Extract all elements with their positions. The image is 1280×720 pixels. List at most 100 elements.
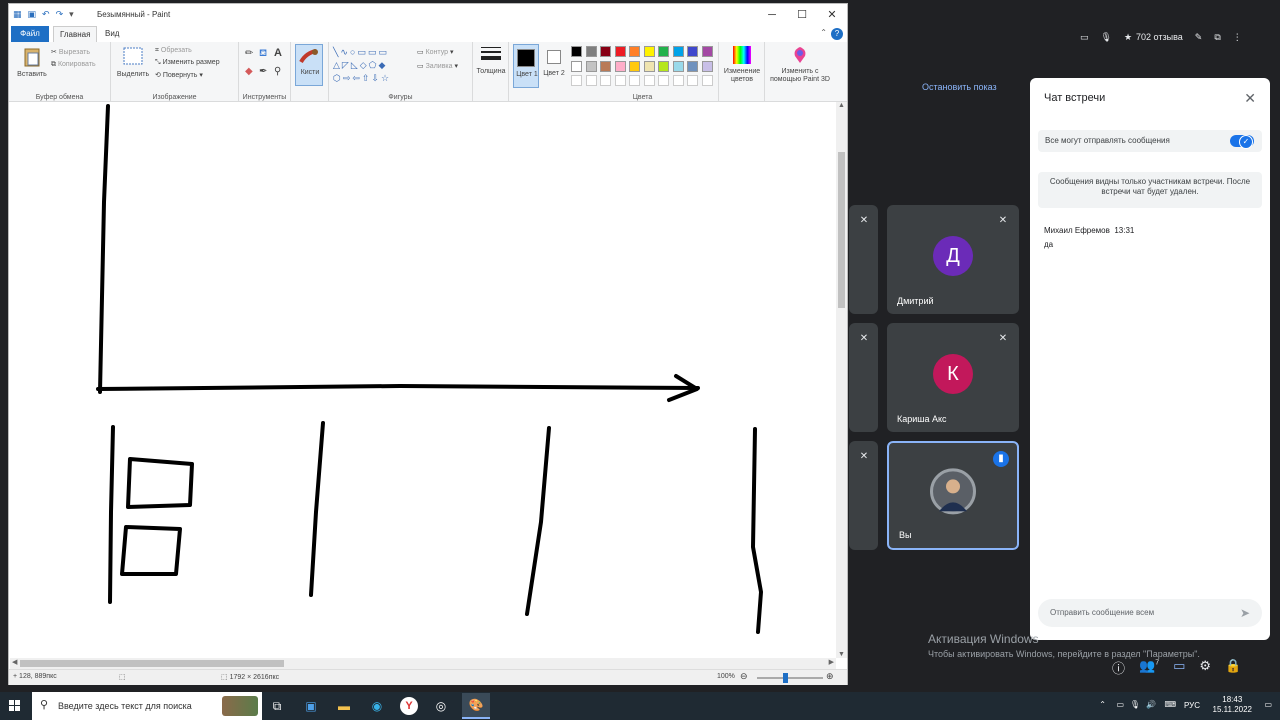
paint-taskbar-icon[interactable]: 🎨 (462, 693, 490, 719)
yandex-browser-icon[interactable]: Y (400, 697, 418, 715)
magnifier-icon[interactable]: ⚲ (274, 66, 281, 77)
text-tool-icon[interactable]: A (274, 47, 282, 59)
palette-swatch[interactable] (585, 46, 597, 57)
palette-swatch[interactable] (672, 60, 684, 72)
people-icon[interactable]: 👥7 (1139, 658, 1159, 677)
vertical-scroll-thumb[interactable] (838, 152, 845, 308)
scroll-up-icon[interactable]: ▲ (836, 102, 847, 109)
palette-swatch[interactable] (571, 46, 582, 57)
outline-button[interactable]: ▭ Контур ▾ (417, 48, 453, 56)
color1-button[interactable]: Цвет 1 (513, 44, 539, 88)
lock-icon[interactable]: 🔒 (1225, 658, 1241, 677)
fill-bucket-icon[interactable]: ⛾ (259, 48, 267, 61)
palette-swatch[interactable] (672, 46, 684, 57)
palette-swatch[interactable] (571, 60, 582, 72)
zoom-slider-thumb[interactable] (783, 673, 788, 683)
send-icon[interactable]: ➤ (1240, 606, 1250, 620)
palette-swatch[interactable] (585, 60, 597, 72)
copy-button[interactable]: ⧉ Копировать (51, 61, 96, 69)
palette-swatch-empty[interactable] (687, 75, 698, 86)
palette-swatch[interactable] (600, 60, 611, 72)
select-button[interactable]: Выделить (115, 47, 151, 87)
reviews-link[interactable]: ★ 702 отзыва (1124, 32, 1183, 43)
allow-messages-toggle[interactable] (1230, 135, 1254, 149)
paint3d-button[interactable]: Изменить с помощью Paint 3D (767, 46, 833, 90)
edit-icon[interactable]: ✎ (1195, 32, 1203, 43)
language-indicator[interactable]: РУС (1184, 701, 1200, 710)
palette-swatch-empty[interactable] (643, 75, 655, 86)
clock[interactable]: 18:43 15.11.2022 (1213, 695, 1252, 715)
undo-icon[interactable]: ↶ (42, 9, 50, 20)
color-picker-icon[interactable]: ✒ (259, 66, 267, 77)
scroll-right-icon[interactable]: ▶ (829, 658, 834, 666)
shapes-gallery[interactable]: ╲∿○▭▭▭ △◸◺◇⬠◆ ⬡⇨⇦⇧⇩☆ (333, 46, 405, 88)
info-icon[interactable]: ⓘ (1112, 658, 1125, 677)
drawing-canvas[interactable] (10, 102, 836, 658)
zoom-out-icon[interactable]: ⊖ (740, 671, 748, 682)
vertical-scrollbar[interactable]: ▲ ▼ (836, 102, 847, 658)
scroll-down-icon[interactable]: ▼ (836, 651, 847, 658)
palette-swatch[interactable] (614, 60, 626, 72)
activities-icon[interactable]: ⚙ (1199, 658, 1211, 677)
participant-tile[interactable]: ✕ К Кариша Акс (887, 323, 1019, 432)
camera-icon[interactable]: ▭ (1080, 32, 1089, 43)
color2-button[interactable]: Цвет 2 (541, 44, 567, 88)
palette-swatch[interactable] (658, 46, 669, 57)
zoom-in-icon[interactable]: ⊕ (826, 671, 834, 682)
tab-home[interactable]: Главная (53, 26, 98, 42)
edge-icon[interactable]: ◉ (368, 697, 386, 715)
palette-swatch[interactable] (629, 46, 640, 57)
participant-tile[interactable]: ✕ Д Дмитрий (887, 205, 1019, 314)
palette-swatch[interactable] (701, 60, 713, 72)
palette-swatch-empty[interactable] (614, 75, 626, 86)
pencil-icon[interactable]: ✏ (245, 48, 253, 59)
palette-swatch[interactable] (614, 46, 626, 57)
close-button[interactable]: ✕ (817, 4, 847, 26)
palette-swatch[interactable] (701, 46, 713, 57)
horizontal-scroll-thumb[interactable] (20, 660, 284, 667)
volume-icon[interactable]: 🔊 (1146, 700, 1156, 709)
brushes-button[interactable]: Кисти (295, 44, 323, 86)
tab-file[interactable]: Файл (11, 26, 49, 42)
palette-swatch[interactable] (687, 60, 698, 72)
qat-dropdown-icon[interactable]: ▾ (69, 9, 74, 20)
menu-icon[interactable]: ⋮ (1233, 32, 1242, 43)
rotate-button[interactable]: ⟲ Повернуть ▾ (155, 71, 203, 79)
tray-overflow-icon[interactable]: ⌃ (1099, 700, 1106, 709)
scroll-left-icon[interactable]: ◀ (12, 658, 17, 666)
zoom-slider[interactable] (757, 677, 823, 679)
stop-presenting-button[interactable]: Остановить показ (922, 82, 1022, 100)
palette-swatch-empty[interactable] (672, 75, 684, 86)
notifications-icon[interactable]: ▭ (1264, 700, 1272, 709)
task-view-icon[interactable]: ⧉ (268, 697, 286, 715)
mic-tray-icon[interactable]: 🎙 (1130, 700, 1140, 709)
size-button[interactable]: Толщина (477, 46, 505, 88)
ribbon-collapse-icon[interactable]: ⌃ (820, 28, 827, 37)
eraser-icon[interactable]: ◆ (245, 66, 253, 77)
minimize-button[interactable]: ─ (757, 4, 787, 26)
cut-button[interactable]: ✂ Вырезать (51, 48, 90, 56)
palette-swatch-empty[interactable] (571, 75, 582, 86)
file-explorer-icon[interactable]: ▬ (335, 697, 353, 715)
palette-swatch-empty[interactable] (600, 75, 611, 86)
chat-icon[interactable]: ▭ (1173, 658, 1185, 677)
resize-button[interactable]: ⤡ Изменить размер (155, 59, 220, 67)
obs-icon[interactable]: ◎ (432, 697, 450, 715)
palette-swatch-empty[interactable] (658, 75, 669, 86)
participant-tile-self[interactable]: ▮ Вы (887, 441, 1019, 550)
close-icon[interactable]: ✕ (1244, 90, 1256, 107)
horizontal-scrollbar[interactable]: ◀ ▶ (10, 658, 836, 669)
palette-swatch-empty[interactable] (701, 75, 713, 86)
mic-icon[interactable]: 🎙 (1101, 32, 1112, 43)
keyboard-icon[interactable]: ⌨ (1164, 700, 1176, 709)
start-button[interactable] (0, 692, 30, 720)
taskbar-search-input[interactable]: ⚲ Введите здесь текст для поиска (32, 692, 262, 720)
help-icon[interactable]: ? (831, 28, 843, 40)
edit-colors-button[interactable]: Изменение цветов (721, 46, 763, 90)
palette-swatch-empty[interactable] (629, 75, 640, 86)
crop-button[interactable]: ⌗ Обрезать (155, 47, 192, 55)
palette-swatch[interactable] (643, 46, 655, 57)
maximize-button[interactable]: ☐ (787, 4, 817, 26)
chat-input[interactable]: Отправить сообщение всем ➤ (1038, 599, 1262, 627)
network-icon[interactable]: ▭ (1116, 700, 1124, 709)
